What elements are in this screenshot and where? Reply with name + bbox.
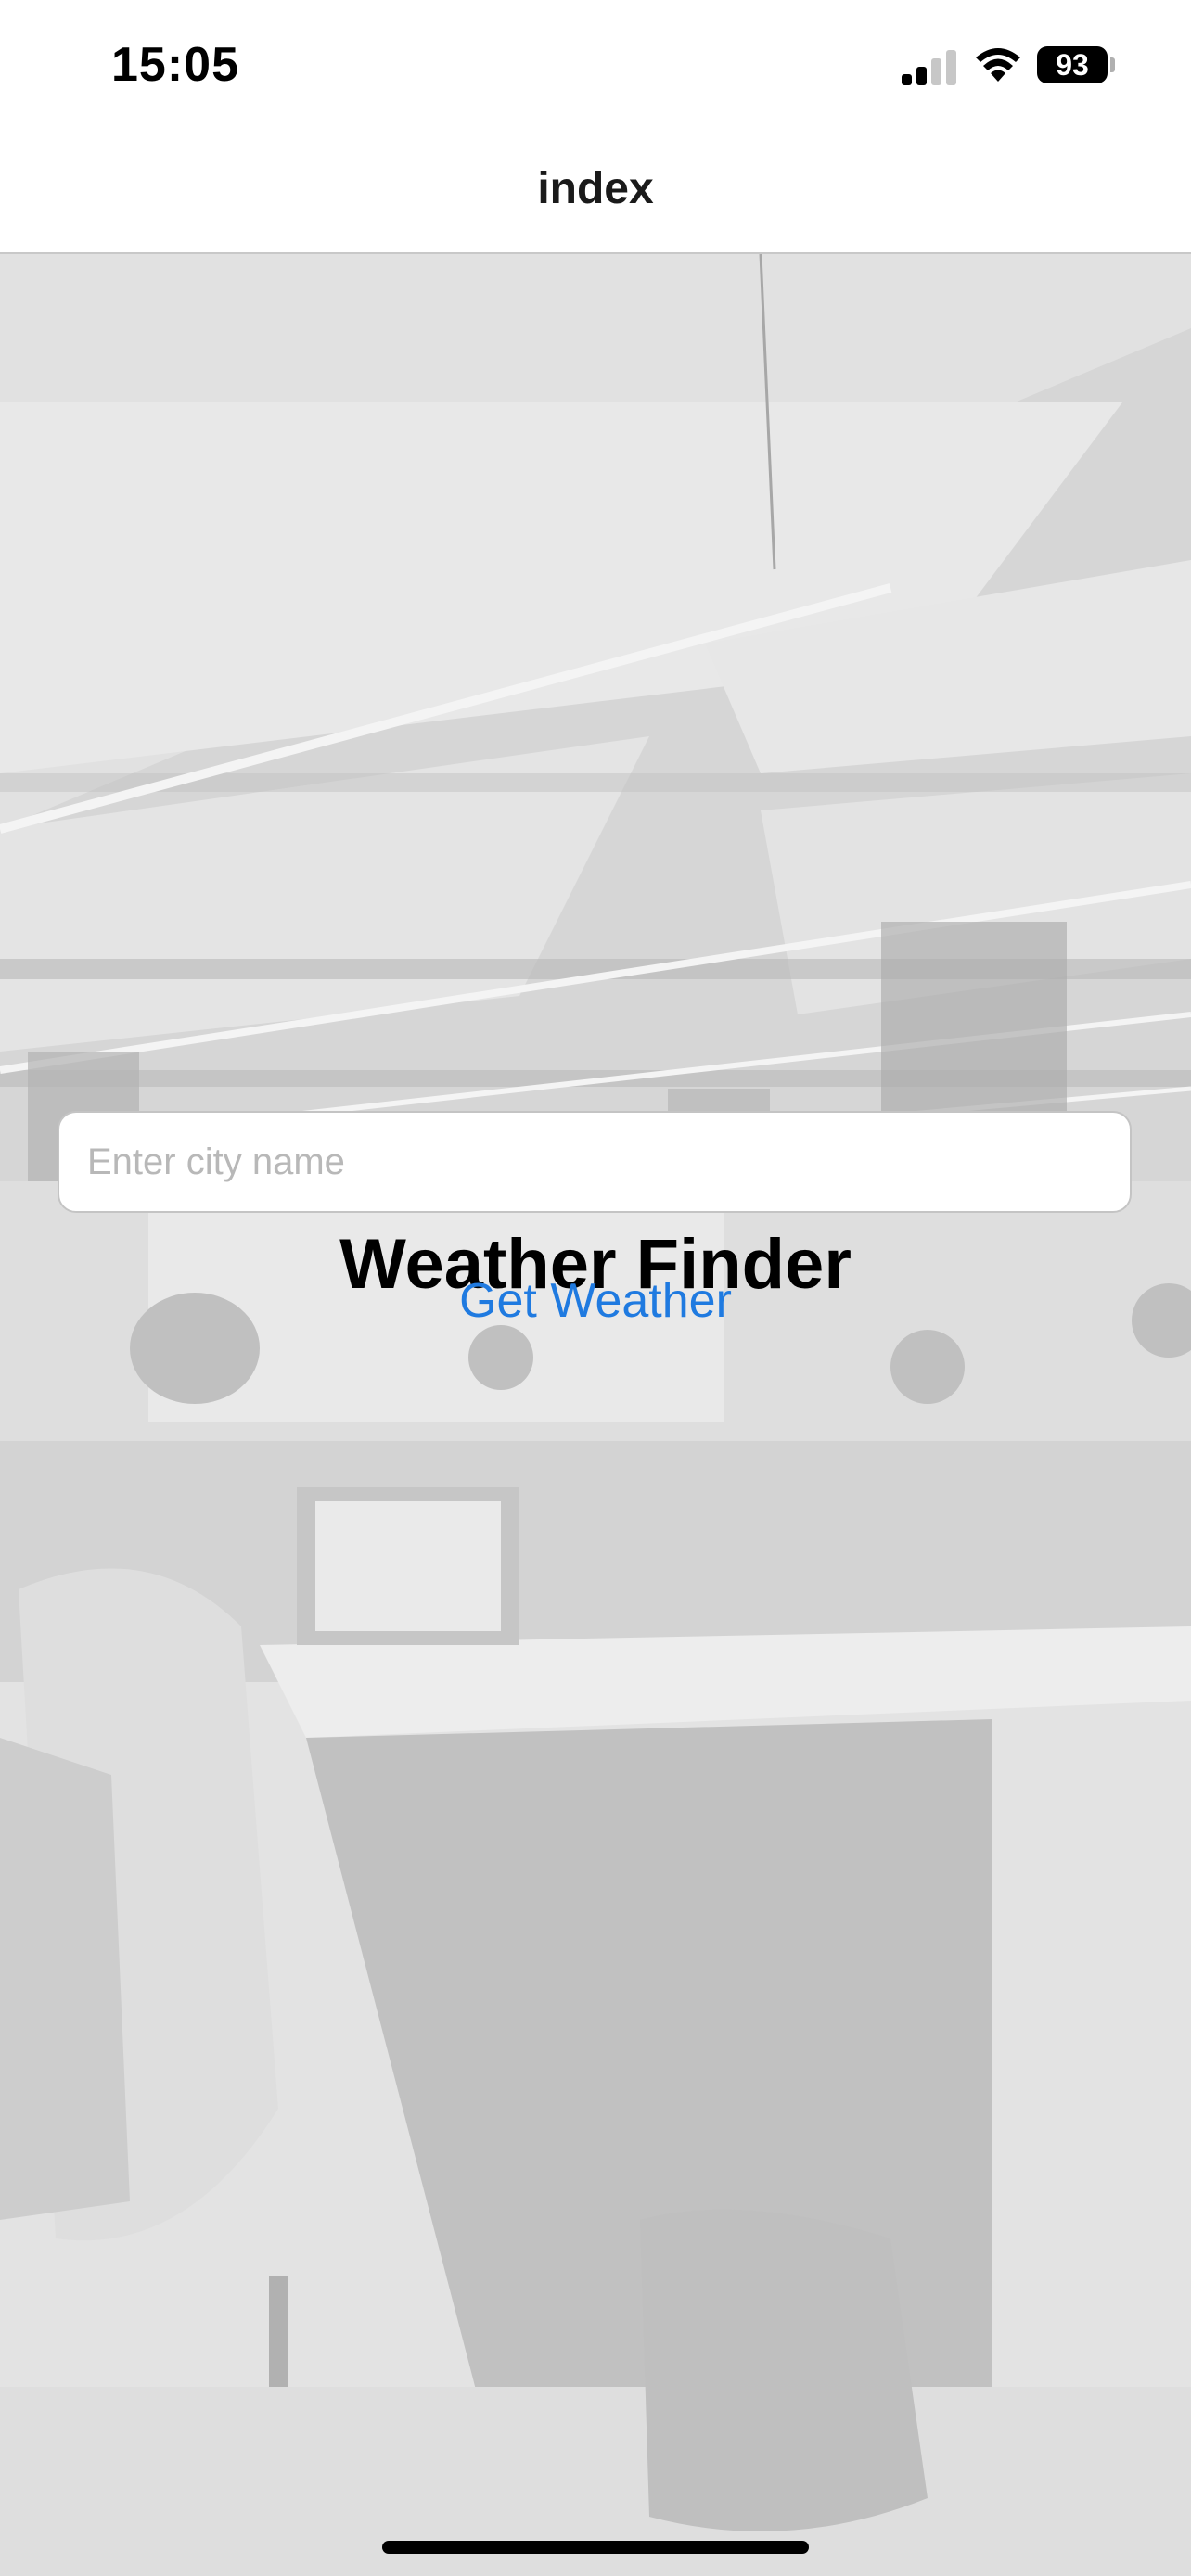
- get-weather-button[interactable]: Get Weather: [364, 1272, 827, 1330]
- city-name-input[interactable]: [58, 1111, 1132, 1213]
- cellular-signal-icon: [902, 48, 957, 85]
- battery-icon: 93: [1037, 46, 1108, 83]
- home-indicator[interactable]: [382, 2541, 809, 2554]
- status-time: 15:05: [111, 38, 239, 92]
- battery-level: 93: [1056, 48, 1089, 82]
- battery-nub: [1110, 57, 1115, 72]
- navigation-bar: index: [0, 130, 1191, 254]
- main-content: Weather Finder: [0, 254, 1191, 2576]
- nav-title: index: [537, 164, 654, 213]
- background-overlay: [0, 254, 1191, 2576]
- app-screen: 15:05 93 index Weather Finder Enter city…: [0, 0, 1191, 2576]
- status-bar: 15:05 93: [0, 0, 1191, 130]
- wifi-icon: [976, 48, 1020, 82]
